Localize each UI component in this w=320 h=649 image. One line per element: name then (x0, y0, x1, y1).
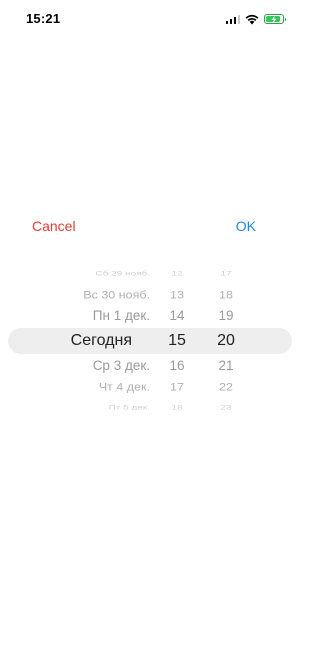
status-time: 15:21 (26, 11, 61, 26)
picker-hour-cell: 12 (171, 270, 183, 278)
picker-date-cell: Ср 3 дек. (92, 358, 150, 373)
ok-button[interactable]: OK (236, 218, 256, 234)
picker-minute-cell: 17 (220, 270, 232, 278)
picker-hour-cell: 16 (169, 358, 185, 373)
picker-row[interactable]: Пт 5 дек. 18 23 (0, 398, 300, 410)
picker-hour-cell: 17 (170, 380, 184, 394)
picker-date-cell: Чт 4 дек. (98, 380, 150, 394)
picker-toolbar: Cancel OK (0, 214, 300, 238)
picker-minute-cell: 19 (218, 308, 234, 323)
picker-date-cell: Пн 1 дек. (92, 308, 150, 323)
picker-date-cell: Сегодня (70, 332, 132, 349)
wifi-icon (245, 14, 259, 24)
picker-row[interactable]: Ср 3 дек. 16 21 (0, 356, 300, 376)
status-icons (225, 12, 286, 26)
battery-icon (264, 14, 286, 24)
picker-row[interactable]: Пн 1 дек. 14 19 (0, 306, 300, 326)
picker-hour-cell: 13 (170, 288, 184, 302)
picker-hour-cell: 18 (171, 404, 183, 410)
picker-minute-cell: 20 (217, 332, 235, 349)
cancel-button[interactable]: Cancel (32, 218, 76, 234)
picker-date-cell: Вс 30 нояб. (83, 288, 150, 302)
cellular-signal-icon (225, 14, 240, 24)
picker-minute-cell: 18 (219, 288, 233, 302)
picker-row-selected[interactable]: Сегодня 15 20 (0, 328, 300, 349)
picker-hour-cell: 14 (169, 308, 185, 323)
status-bar: 15:21 (0, 0, 300, 40)
picker-minute-cell: 21 (218, 358, 234, 373)
picker-minute-cell: 22 (219, 380, 233, 394)
date-time-picker[interactable]: Сб 29 нояб. 12 17 Вс 30 нояб. 13 18 Пн 1 дек. 1… (0, 262, 300, 410)
picker-date-cell: Пт 5 дек. (108, 404, 150, 410)
picker-hour-cell: 15 (168, 332, 186, 349)
picker-minute-cell: 23 (220, 404, 232, 410)
picker-row[interactable]: Сб 29 нояб. 12 17 (0, 264, 300, 284)
picker-date-cell: Сб 29 нояб. (95, 270, 150, 278)
charging-bolt-icon (271, 15, 277, 23)
picker-row[interactable]: Вс 30 нояб. 13 18 (0, 285, 300, 305)
picker-row[interactable]: Чт 4 дек. 17 22 (0, 377, 300, 397)
